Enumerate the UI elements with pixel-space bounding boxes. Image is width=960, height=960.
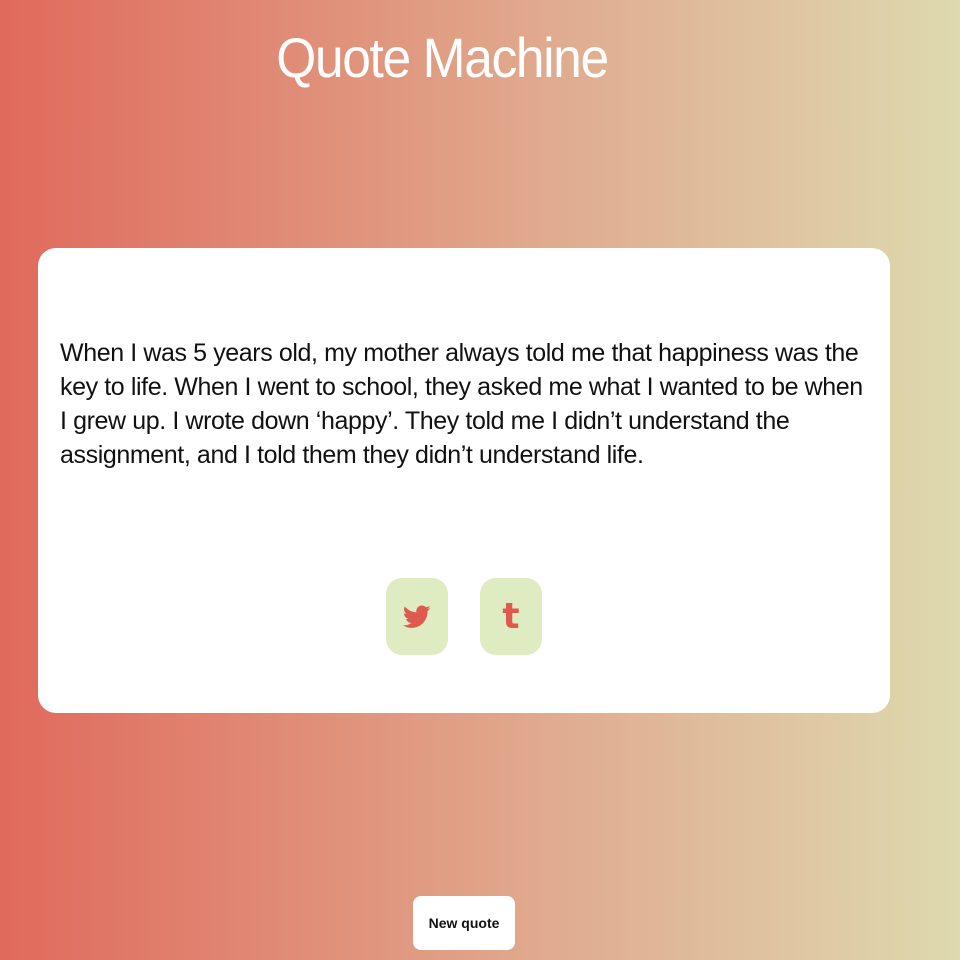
page-title: Quote Machine: [276, 26, 609, 89]
tweet-quote-button[interactable]: [386, 578, 448, 655]
tumblr-icon: t: [502, 595, 520, 637]
post-tumblr-button[interactable]: t: [480, 578, 542, 655]
new-quote-button[interactable]: New quote: [413, 896, 515, 950]
quote-card: When I was 5 years old, my mother always…: [38, 248, 890, 713]
twitter-bird-icon: [403, 604, 431, 628]
quote-text: When I was 5 years old, my mother always…: [60, 339, 863, 469]
